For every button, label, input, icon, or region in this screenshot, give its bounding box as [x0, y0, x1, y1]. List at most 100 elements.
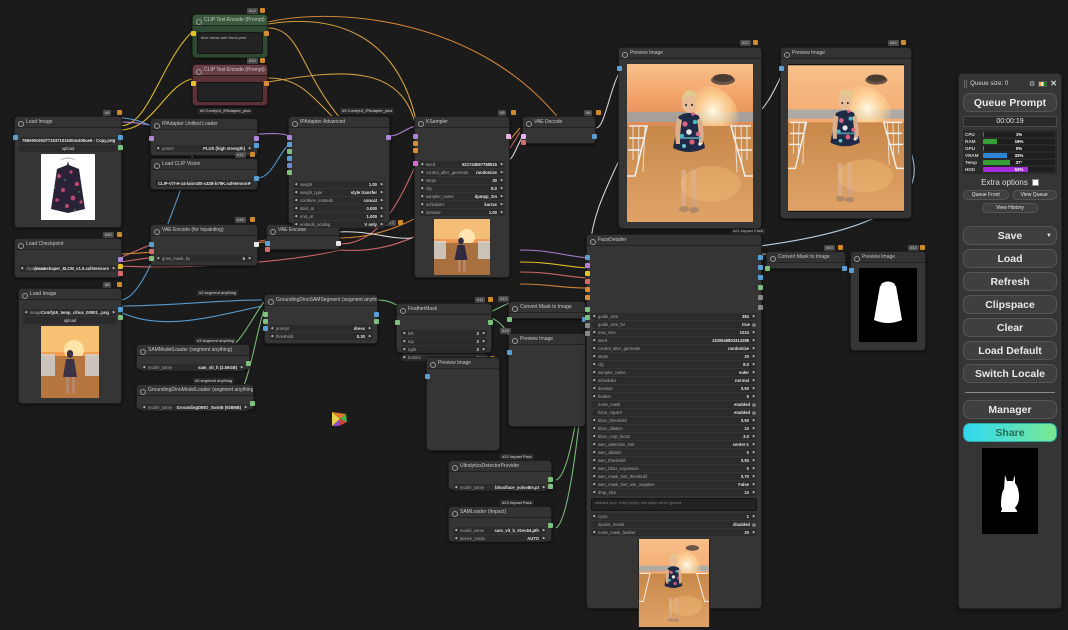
widget-prompt[interactable]: prompt dress — [269, 325, 373, 332]
input-slot-pixels[interactable] — [265, 241, 270, 246]
switch-locale-button[interactable]: Switch Locale — [963, 364, 1057, 383]
widget-drop-size[interactable]: drop_size 10 — [591, 489, 757, 496]
node-facedetailer[interactable]: FaceDetailer guide_size 384 guide_size_for… — [585, 234, 763, 627]
node-collapse-dot-17[interactable] — [920, 245, 925, 250]
widget-upload-button[interactable]: upload — [19, 145, 117, 152]
widget-force-inpaint[interactable]: force_inpaint enabled — [591, 409, 757, 416]
node-collapse-dot-13[interactable] — [901, 40, 906, 45]
widget-model-name[interactable]: model_name sam_vit_h (2.56GB) — [141, 364, 245, 371]
node-ksampler[interactable]: KSampler seed 621744597768515 control_afte… — [413, 116, 511, 278]
input-slot-vae[interactable] — [265, 247, 270, 252]
widget-threshold[interactable]: threshold 0.30 — [269, 333, 373, 340]
node-collapse-dot-16[interactable] — [838, 245, 843, 250]
manager-button[interactable]: Manager — [963, 400, 1057, 419]
queue-prompt-button[interactable]: Queue Prompt — [963, 93, 1057, 112]
widget-cycle[interactable]: cycle 1 — [591, 513, 757, 520]
node-collapse-dot-3[interactable] — [117, 282, 122, 287]
widget-grow-mask-by[interactable]: grow_mask_by 6 — [155, 255, 253, 262]
widget-bbox-dilation[interactable]: bbox_dilation 10 — [591, 425, 757, 432]
node-preview-image-small[interactable]: Preview Image — [425, 357, 500, 451]
output-slot-image[interactable] — [842, 266, 847, 271]
node-ipadapter-unified-loader[interactable]: IPAdapter Unified Loader preset PLUS (hi… — [149, 118, 259, 156]
widget-image-filename[interactable]: image ComfyUI_temp_cihux_00001_.png — [23, 309, 117, 316]
node-feather-mask[interactable]: FeatherMask left2top2right2bottom2 — [395, 303, 493, 361]
node-collapse-dot-10[interactable] — [511, 110, 516, 115]
widget-noise-mask[interactable]: noise_mask enabled — [591, 401, 757, 408]
node-collapse-dot-6[interactable] — [250, 152, 255, 157]
widget-sam-mask-hint-threshold[interactable]: sam_mask_hint_threshold 0.70 — [591, 473, 757, 480]
widget-sam-dilation[interactable]: sam_dilation 0 — [591, 449, 757, 456]
widget-steps[interactable]: steps 20 — [591, 353, 757, 360]
comfyui-menu-panel[interactable]: ⣿ Queue size: 0 ⚙ ✕ Queue Prompt 00:00:1… — [958, 73, 1062, 609]
widget-control-after-generate[interactable]: control_after_generate randomize — [591, 345, 757, 352]
node-collapse-dot-11[interactable] — [596, 110, 601, 115]
close-icon[interactable]: ✕ — [1050, 79, 1057, 88]
widget-feather[interactable]: feather 5 — [591, 393, 757, 400]
node-ipadapter-advanced[interactable]: IPAdapter Advanced weight 1.00 weight_type… — [287, 116, 391, 228]
refresh-button[interactable]: Refresh — [963, 272, 1057, 291]
widget-denoise[interactable]: denoise 0.50 — [591, 385, 757, 392]
node-collapse-dot-2[interactable] — [117, 232, 122, 237]
node-preview-image-right[interactable]: Preview Image — [779, 47, 912, 219]
clear-button[interactable]: Clear — [963, 318, 1057, 337]
input-slot-mask[interactable] — [507, 317, 512, 322]
widget-control-after-generate[interactable]: control_after_generate randomize — [419, 169, 505, 176]
node-preview-image-left[interactable]: Preview Image — [617, 47, 762, 229]
output-slot-latent[interactable] — [336, 241, 341, 246]
comfyui-graph-canvas[interactable]: #9 ComfyUI_IPAdapter_plus #9 ComfyUI_IPA… — [0, 0, 1068, 627]
node-grounding-dino-model-loader[interactable]: GroundingDinoModelLoader (segment anythi… — [136, 384, 255, 411]
widget-model-name[interactable]: model_name GroundingDINO_SwinB (938MB) — [141, 404, 249, 411]
widget-device-mode[interactable]: device_mode AUTO — [453, 535, 547, 542]
node-load-clip-vision[interactable]: Load CLIP Vision CLIP-ViT-H-14-laion2B-s… — [150, 158, 259, 190]
widget-sampler-name[interactable]: sampler_name euler — [591, 369, 757, 376]
save-button[interactable]: Save — [963, 226, 1057, 245]
input-slot-vae[interactable] — [521, 140, 526, 145]
node-load-image-dress[interactable]: Load Image 768e90c90d7719371016304c605ue… — [13, 116, 123, 228]
node-preview-image-mask-right[interactable]: Preview Image — [849, 251, 926, 351]
widget-guide-size-for[interactable]: guide_size_for true — [591, 321, 757, 328]
node-ultralytics-detector-provider[interactable]: UltralyticsDetectorProvider model_name b… — [448, 460, 553, 491]
widget-scheduler[interactable]: scheduler karras — [419, 201, 505, 208]
widget-denoise[interactable]: denoise 1.00 — [419, 209, 505, 216]
widget-sam-bbox-expansion[interactable]: sam_bbox_expansion 0 — [591, 465, 757, 472]
share-button[interactable]: Share — [963, 423, 1057, 442]
widget-seed[interactable]: seed 621744597768515 — [419, 161, 505, 168]
node-load-checkpoint[interactable]: Load Checkpoint ckpt_name dreamshaper_8L… — [14, 238, 123, 278]
widget-seed[interactable]: seed 1100046803314288 — [591, 337, 757, 344]
node-collapse-dot-12[interactable] — [753, 40, 758, 45]
view-queue-button[interactable]: View Queue — [1011, 190, 1057, 200]
widget-right[interactable]: right 2 — [401, 346, 487, 353]
widget-steps[interactable]: steps 30 — [419, 177, 505, 184]
widget-left[interactable]: left 2 — [401, 330, 487, 337]
node-clip-text-encode-negative[interactable]: CLIP Text Encode (Prompt) — [191, 64, 269, 106]
output-slot-image[interactable] — [592, 134, 597, 139]
node-clip-text-encode-positive[interactable]: CLIP Text Encode (Prompt) blue dress wit… — [191, 14, 269, 58]
input-slot-images[interactable] — [425, 374, 430, 379]
widget-sam-detection-hint[interactable]: sam_detection_hint center-1 — [591, 441, 757, 448]
node-convert-mask-to-image-right[interactable]: Convert Mask to Image — [765, 251, 847, 271]
load-button[interactable]: Load — [963, 249, 1057, 268]
widget-cfg[interactable]: cfg 8.0 — [419, 185, 505, 192]
widget-sam-threshold[interactable]: sam_threshold 0.93 — [591, 457, 757, 464]
widget-sampler-name[interactable]: sampler_name dpmpp_2m — [419, 193, 505, 200]
widget-embeds-scaling[interactable]: embeds_scaling V only — [293, 221, 385, 228]
node-groundingdinosam-segment[interactable]: GroundingDinoSAMSegment (segment anythin… — [263, 294, 379, 344]
widget-guide-size[interactable]: guide_size 384 — [591, 313, 757, 320]
widget-noise-mask-feather[interactable]: noise_mask_feather 20 — [591, 529, 757, 536]
widget-upload-button[interactable]: upload — [23, 317, 117, 324]
node-vae-decode[interactable]: VAE Decode — [521, 116, 597, 145]
widget-bbox-threshold[interactable]: bbox_threshold 0.50 — [591, 417, 757, 424]
widget-model-name[interactable]: model_name sam_vit_b_01ec64.pth — [453, 527, 547, 534]
node-load-image-model[interactable]: Load Image image ComfyUI_temp_cihux_0000… — [18, 288, 123, 404]
widget-wildcard-textarea[interactable]: wildcard spec: if kept empty, this optio… — [591, 498, 757, 511]
node-samloader-impact[interactable]: SAMLoader (Impact) model_name sam_vit_b_0… — [448, 506, 553, 542]
widget-preset[interactable]: preset PLUS (high strength) — [155, 145, 253, 152]
extra-options-row[interactable]: Extra options — [963, 178, 1057, 187]
node-preview-image-mask-left[interactable]: Preview Image — [507, 333, 586, 427]
widget-start-at[interactable]: start_at 0.000 — [293, 205, 385, 212]
input-slot-images[interactable] — [507, 350, 512, 355]
widget-top[interactable]: top 2 — [401, 338, 487, 345]
chevron-down-icon[interactable]: ▼ — [1046, 233, 1052, 239]
node-sam-model-loader[interactable]: SAMModelLoader (segment anything) model_… — [136, 344, 251, 371]
gear-icon[interactable]: ⚙ — [1029, 80, 1035, 88]
